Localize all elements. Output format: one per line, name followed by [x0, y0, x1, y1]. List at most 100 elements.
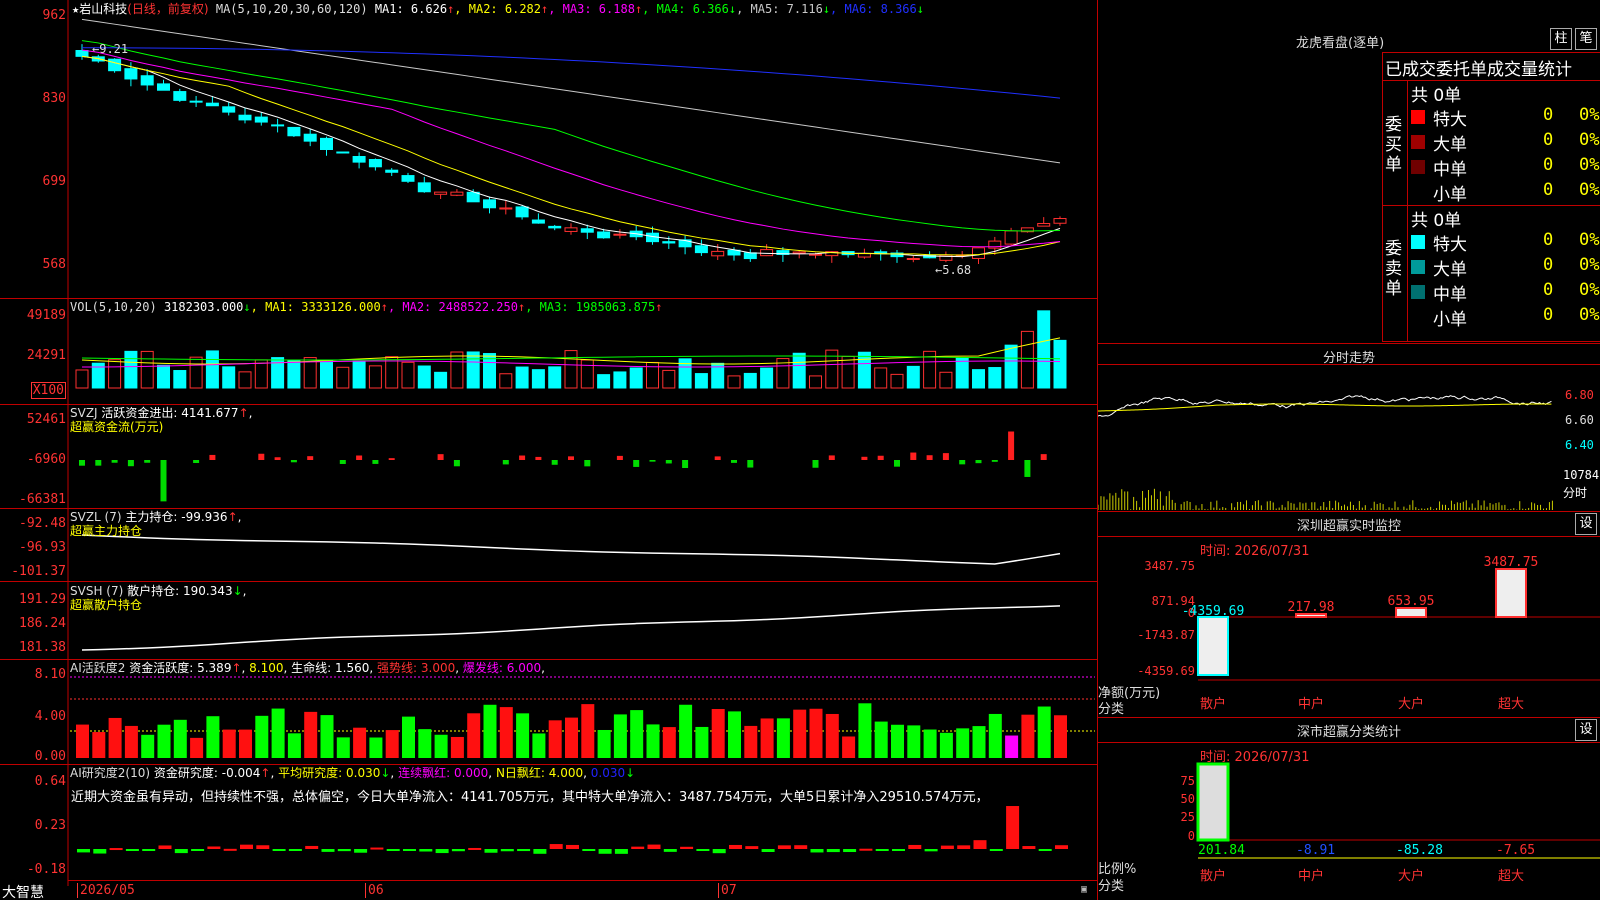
activity-bar: [972, 726, 986, 758]
research-bar: [125, 849, 139, 851]
activity-bar: [858, 703, 872, 758]
candle: [792, 251, 806, 254]
flow-bar: [568, 456, 574, 460]
svzl-y-axis: -92.48 -96.93 -101.37: [11, 516, 66, 579]
research-bar: [305, 845, 319, 849]
ma-value: , MA1: 3333126.000↑: [250, 300, 388, 314]
bar-mode-button[interactable]: 柱: [1550, 28, 1572, 50]
flow-bar: [372, 460, 379, 464]
candle: [189, 100, 203, 103]
candle: [222, 106, 236, 113]
classify-value: 201.84: [1198, 843, 1245, 858]
flow-bar: [437, 454, 444, 460]
activity-bar: [793, 709, 807, 758]
intraday-price-line: [1098, 395, 1552, 417]
monitor-bar: [1495, 568, 1527, 618]
classify-category: 中户: [1298, 868, 1324, 884]
activity-bar: [565, 717, 578, 758]
monitor-category: 大户: [1398, 696, 1424, 712]
color-swatch: [1411, 285, 1425, 299]
candle: [140, 75, 154, 86]
volume-bar: [760, 367, 774, 389]
candle: [1004, 230, 1018, 245]
activity-bar: [206, 716, 220, 758]
candle: [711, 250, 725, 257]
tick-mode-button[interactable]: 笔: [1575, 28, 1597, 50]
research-bar: [680, 846, 694, 849]
monitor-category: 中户: [1298, 696, 1324, 712]
period-label[interactable]: (日线，前复权): [127, 2, 208, 16]
candlestick-chart: [75, 18, 1067, 265]
volume-bar: [580, 359, 594, 389]
chart-canvas[interactable]: [0, 0, 1098, 900]
vol-y-axis: 49189 24291 X100: [0, 300, 66, 404]
svzj-y-axis: 52461 -6960 -66381: [19, 412, 66, 507]
retail-line: [81, 605, 1061, 651]
activity-bar: [157, 724, 171, 758]
svsh-y-axis: 191.29 186.24 181.38: [19, 592, 66, 655]
order-row: 中单 0 0%: [1411, 280, 1600, 305]
flow-bar: [1008, 431, 1015, 460]
ai2-y-axis: 8.10 4.00 0.00: [34, 667, 66, 764]
intraday-chart[interactable]: [1098, 365, 1600, 512]
activity-bar: [173, 719, 187, 758]
research-bar: [875, 849, 889, 851]
candle: [548, 225, 562, 229]
candle: [450, 191, 464, 196]
color-swatch: [1411, 185, 1425, 199]
flow-bar: [616, 455, 623, 460]
price-tick: 830: [42, 91, 66, 106]
research-bar: [908, 844, 922, 849]
candle: [906, 257, 920, 260]
activity-bar: [483, 704, 497, 758]
activity-bar: [597, 729, 611, 758]
svsh-header: SVSH (7) 散户持仓: 190.343↓, 超赢散户持仓: [70, 584, 247, 612]
ai-research-y-axis: 0.64 0.23 -0.18: [26, 774, 66, 877]
brand-logo[interactable]: 大智慧: [2, 882, 44, 900]
activity-bar: [988, 713, 1002, 758]
lock-icon[interactable]: ▣: [1081, 884, 1087, 895]
volume-bar: [205, 350, 219, 389]
research-bar: [598, 849, 612, 854]
candle: [417, 182, 431, 193]
volume-bar: [450, 351, 464, 389]
activity-bar: [695, 726, 709, 758]
flow-bar: [991, 460, 998, 462]
activity-bar: [353, 727, 367, 758]
candle: [597, 231, 611, 239]
research-bar: [191, 849, 205, 851]
ma-line: [81, 49, 1061, 248]
research-bar: [940, 845, 954, 849]
monitor-category: 散户: [1200, 696, 1226, 712]
activity-bar: [499, 707, 513, 758]
monitor-bar-chart: 3487.75871.940-1743.87-4359.69-4359.69散户…: [1137, 555, 1600, 712]
activity-bar: [434, 734, 448, 758]
sell-total: 共 0单: [1411, 211, 1462, 231]
low-marker: ←5.68: [935, 263, 972, 277]
activity-bar: [744, 725, 758, 758]
research-bar: [337, 849, 351, 852]
flow-bar: [274, 457, 281, 460]
candle: [972, 247, 985, 259]
candle: [368, 159, 382, 168]
flow-bar: [160, 460, 167, 502]
ma-value: , MA3: 6.188↑: [548, 2, 643, 16]
research-bar: [859, 848, 873, 851]
candle: [1037, 223, 1051, 227]
research-bar: [272, 849, 286, 851]
research-bar: [77, 849, 90, 853]
activity-bar: [662, 727, 676, 758]
vol-unit-button[interactable]: X100: [30, 382, 66, 399]
volume-bar: [1037, 310, 1051, 389]
research-bar: [370, 847, 384, 850]
volume-bar: [597, 374, 611, 389]
flow-bar: [828, 455, 835, 460]
volume-bar: [401, 361, 415, 389]
flow-bar: [665, 460, 672, 464]
research-bar: [354, 849, 368, 853]
intraday-panel[interactable]: 分时走势 6.80 6.60 6.40 10784 分时: [1098, 343, 1600, 511]
activity-bar: [581, 704, 595, 758]
research-bar: [663, 849, 677, 852]
activity-bar: [956, 728, 970, 758]
activity-bar: [1037, 706, 1051, 758]
